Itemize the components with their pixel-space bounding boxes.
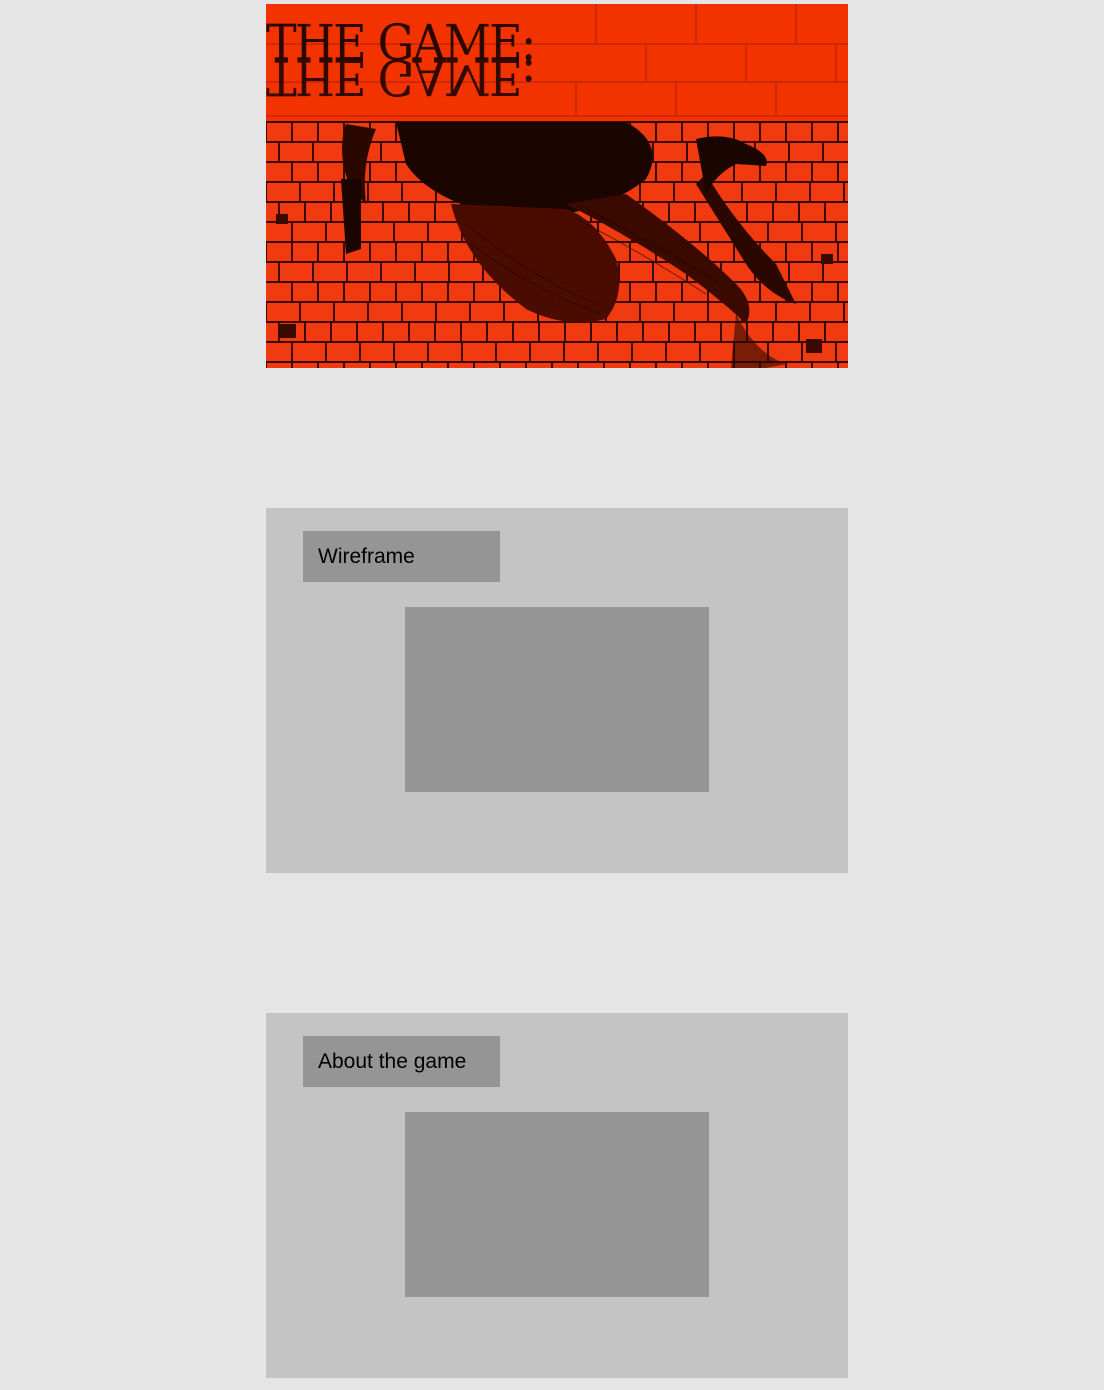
wireframe-section: Wireframe — [266, 508, 848, 873]
about-the-game-section: About the game — [266, 1013, 848, 1378]
wireframe-placeholder-image — [405, 607, 709, 792]
about-the-game-heading: About the game — [303, 1036, 500, 1087]
hero-image: THE GAME: THE GAME: — [266, 4, 848, 368]
wireframe-heading: Wireframe — [303, 531, 500, 582]
hero-title-reflection: THE GAME: — [266, 48, 535, 106]
about-the-game-placeholder-image — [405, 1112, 709, 1297]
